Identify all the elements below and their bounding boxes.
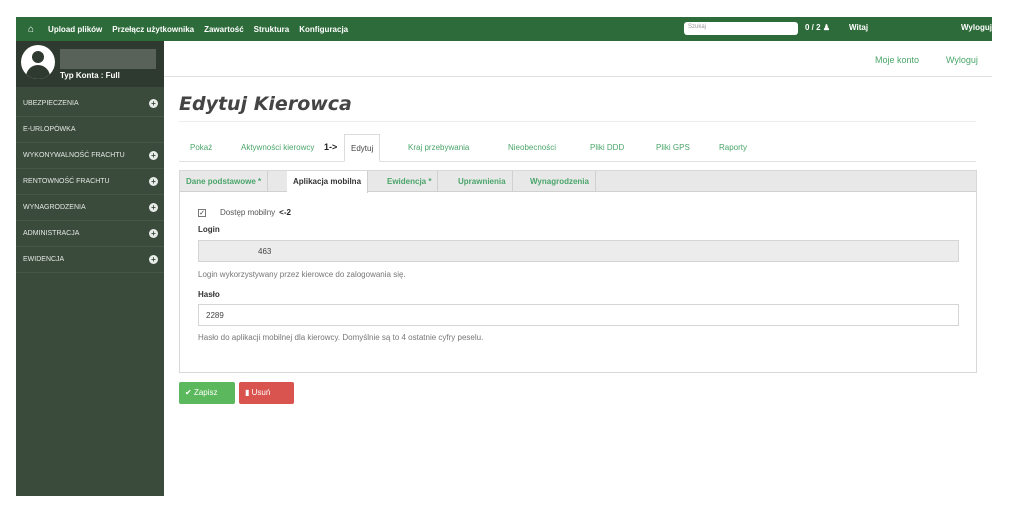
password-help-text: Hasło do aplikacji mobilnej dla kierowcy… [198, 333, 484, 342]
sidebar-item-ewidencja[interactable]: EWIDENCJA + [16, 247, 164, 273]
main-tabs: Pokaż Aktywności kierowcy 1-> Edytuj Kra… [179, 134, 976, 162]
login-label: Login [198, 225, 220, 234]
sidebar-item-rentownosc-frachtu[interactable]: RENTOWNOŚĆ FRACHTU + [16, 169, 164, 195]
password-label: Hasło [198, 290, 220, 299]
sidebar-item-label: WYNAGRODZENIA [23, 204, 86, 211]
trash-icon: ▮ [245, 388, 250, 397]
user-counter[interactable]: 0 / 2 ♟ [805, 23, 830, 32]
nav-configuration[interactable]: Konfiguracja [299, 25, 348, 34]
tab-edytuj[interactable]: Edytuj [344, 134, 381, 162]
login-value: 463 [258, 247, 272, 256]
redacted-username [60, 49, 156, 69]
sidebar-item-ubezpieczenia[interactable]: UBEZPIECZENIA + [16, 91, 164, 117]
annotation-marker-2: <-2 [279, 208, 291, 217]
avatar [21, 45, 55, 79]
login-help-text: Login wykorzystywany przez kierowce do z… [198, 270, 406, 279]
sidebar-item-label: RENTOWNOŚĆ FRACHTU [23, 178, 110, 185]
search-input[interactable]: Szukaj [684, 22, 798, 35]
home-icon[interactable]: ⌂ [28, 24, 34, 35]
sidebar-item-administracja[interactable]: ADMINISTRACJA + [16, 221, 164, 247]
mobile-access-checkbox[interactable]: ✓ [198, 208, 206, 217]
user-counter-value: 0 / 2 [805, 23, 821, 32]
title-divider [179, 121, 976, 122]
tab-kraj-przebywania[interactable]: Kraj przebywania [408, 143, 469, 152]
mobile-access-row: ✓ Dostęp mobilny <-2 [198, 208, 291, 217]
sidebar-item-wykonywalnosc-frachtu[interactable]: WYKONYWALNOŚĆ FRACHTU + [16, 143, 164, 169]
nav-upload-files[interactable]: Upload plików [48, 25, 102, 34]
plus-icon[interactable]: + [149, 99, 158, 108]
account-type: Typ Konta : Full [60, 71, 120, 80]
plus-icon[interactable]: + [149, 203, 158, 212]
tab-dane-podstawowe[interactable]: Dane podstawowe * [180, 171, 269, 192]
delete-button[interactable]: ▮ Usuń [239, 382, 294, 404]
top-navbar: ⌂ Upload plików Przełącz użytkownika Zaw… [16, 17, 992, 41]
user-box: Typ Konta : Full [16, 41, 164, 87]
sidebar-item-label: E-URLOPÓWKA [23, 126, 76, 133]
login-field: 463 [198, 240, 959, 262]
plus-icon[interactable]: + [149, 151, 158, 160]
tab-ewidencja[interactable]: Ewidencja * [381, 171, 439, 192]
nav-structure[interactable]: Struktura [254, 25, 290, 34]
greeting: Witaj [849, 23, 869, 32]
plus-icon[interactable]: + [149, 255, 158, 264]
tab-pokaz[interactable]: Pokaż [190, 143, 212, 152]
tab-aktywnosci-kierowcy[interactable]: Aktywności kierowcy [241, 143, 314, 152]
tab-wynagrodzenia[interactable]: Wynagrodzenia [524, 171, 596, 192]
logout-link[interactable]: Wyloguj [946, 55, 978, 65]
tab-pliki-gps[interactable]: Pliki GPS [656, 143, 690, 152]
sidebar-item-label: EWIDENCJA [23, 256, 65, 263]
tab-nieobecnosci[interactable]: Nieobecności [508, 143, 556, 152]
sidebar-item-e-urlopowka[interactable]: E-URLOPÓWKA [16, 117, 164, 143]
sidebar-item-label: WYKONYWALNOŚĆ FRACHTU [23, 152, 125, 159]
tab-uprawnienia[interactable]: Uprawnienia [452, 171, 513, 192]
page-title: Edytuj Kierowca [179, 93, 352, 115]
tab-pliki-ddd[interactable]: Pliki DDD [590, 143, 624, 152]
tab-aplikacja-mobilna[interactable]: Aplikacja mobilna [287, 171, 369, 193]
sidebar-menu: UBEZPIECZENIA + E-URLOPÓWKA WYKONYWALNOŚĆ… [16, 91, 164, 273]
mobile-access-label: Dostęp mobilny [220, 208, 276, 217]
annotation-marker-1: 1-> [324, 142, 338, 152]
sub-header: Moje konto Wyloguj [164, 41, 992, 77]
plus-icon[interactable]: + [149, 177, 158, 186]
plus-icon[interactable]: + [149, 229, 158, 238]
check-icon: ✔ [185, 388, 192, 397]
tab-raporty[interactable]: Raporty [719, 143, 747, 152]
my-account-link[interactable]: Moje konto [875, 55, 919, 65]
save-button[interactable]: ✔ Zapisz [179, 382, 235, 404]
sub-tabs: Dane podstawowe * Aplikacja mobilna Ewid… [180, 171, 976, 193]
sidebar-item-label: ADMINISTRACJA [23, 230, 80, 237]
delete-label: Usuń [251, 388, 271, 397]
sidebar-item-wynagrodzenia[interactable]: WYNAGRODZENIA + [16, 195, 164, 221]
nav-content[interactable]: Zawartość [204, 25, 244, 34]
users-icon: ♟ [822, 23, 830, 32]
sidebar-item-label: UBEZPIECZENIA [23, 100, 79, 107]
top-logout-link[interactable]: Wyloguj [961, 23, 992, 32]
password-field[interactable]: 2289 [198, 304, 959, 326]
form-panel: Dane podstawowe * Aplikacja mobilna Ewid… [179, 170, 977, 373]
sidebar: Typ Konta : Full UBEZPIECZENIA + E-URLOPÓ… [16, 41, 164, 496]
nav-switch-user[interactable]: Przełącz użytkownika [112, 25, 194, 34]
save-label: Zapisz [193, 388, 218, 397]
